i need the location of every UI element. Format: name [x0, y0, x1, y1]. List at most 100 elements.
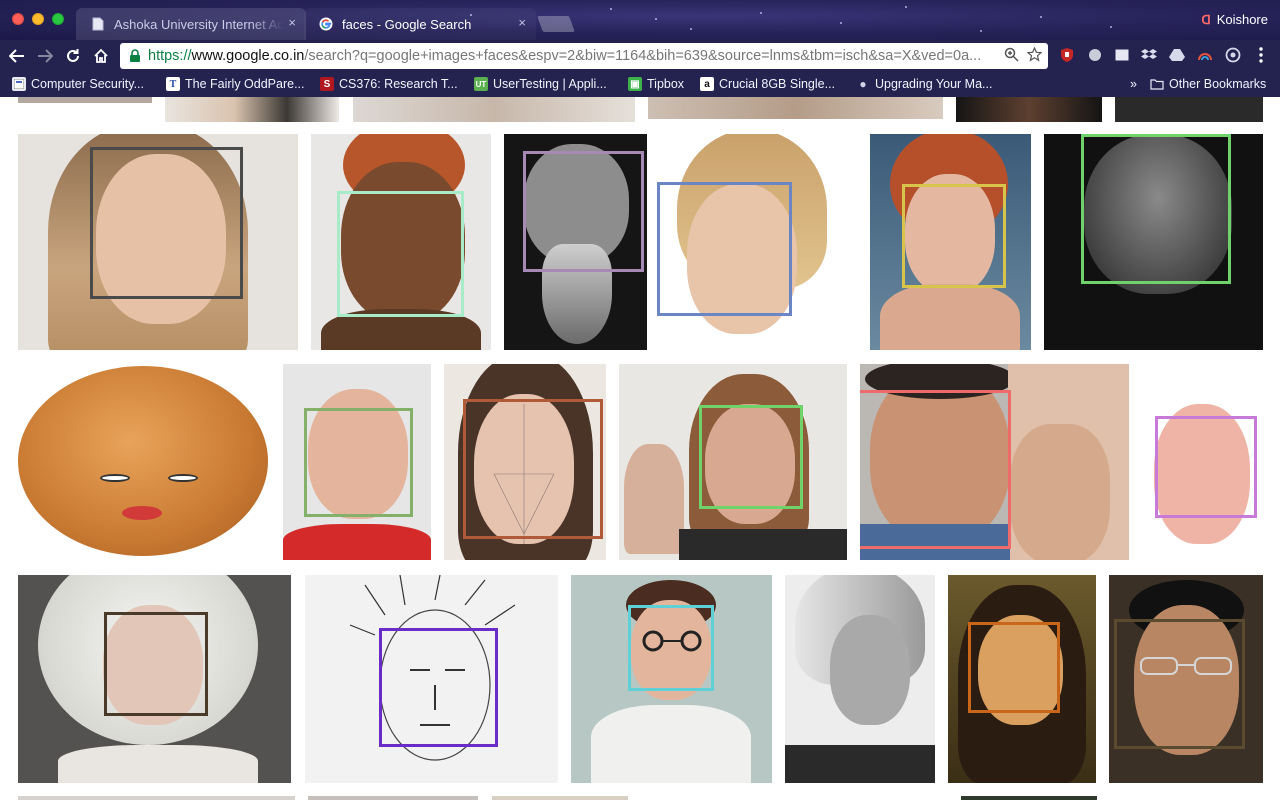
image-result-thumbnail[interactable]	[18, 134, 298, 350]
image-result-thumbnail[interactable]	[956, 97, 1102, 122]
face-detection-box	[968, 622, 1060, 713]
shoulders	[58, 745, 258, 783]
new-tab-button[interactable]	[537, 16, 575, 32]
window-extension-icon[interactable]	[1113, 46, 1131, 64]
address-bar[interactable]: https://www.google.co.in/search?q=google…	[120, 43, 1048, 69]
face-detection-box	[523, 151, 644, 272]
ublock-extension-icon[interactable]	[1058, 46, 1076, 64]
eye	[100, 474, 130, 482]
bookmark-label: Tipbox	[647, 77, 685, 91]
image-result-thumbnail[interactable]	[657, 134, 857, 350]
dropbox-extension-icon[interactable]	[1140, 46, 1158, 64]
image-result-thumbnail[interactable]	[571, 575, 772, 783]
image-result-thumbnail[interactable]	[18, 364, 270, 560]
image-result-thumbnail[interactable]	[353, 97, 635, 122]
zoom-icon[interactable]	[1004, 47, 1019, 65]
bookmark-item[interactable]: Computer Security...	[12, 75, 144, 93]
close-icon[interactable]: ×	[288, 16, 296, 30]
lips	[122, 506, 162, 520]
image-result-thumbnail[interactable]	[308, 796, 478, 800]
image-result-thumbnail[interactable]	[305, 575, 558, 783]
bookmark-item[interactable]: T The Fairly OddPare...	[166, 75, 305, 93]
shirt	[283, 524, 431, 560]
background-star	[840, 22, 842, 24]
profile-icon: ᗡ	[1201, 12, 1211, 27]
omnibox-actions	[1004, 46, 1043, 65]
bookmark-item[interactable]: ● Upgrading Your Ma...	[856, 75, 992, 93]
image-result-thumbnail[interactable]	[504, 134, 647, 350]
tipbox-icon: ▣	[628, 77, 642, 91]
rainbow-extension-icon[interactable]	[1196, 46, 1214, 64]
image-result-thumbnail[interactable]	[961, 796, 1097, 800]
browser-toolbar: https://www.google.co.in/search?q=google…	[0, 40, 1280, 71]
usertesting-icon: UT	[474, 77, 488, 91]
face-detection-box	[337, 191, 464, 317]
image-result-thumbnail[interactable]	[18, 796, 295, 800]
image-result-thumbnail[interactable]	[1115, 97, 1263, 122]
circle-extension-icon[interactable]	[1086, 46, 1104, 64]
image-result-thumbnail[interactable]	[18, 575, 291, 783]
profile-name: Koishore	[1216, 12, 1268, 27]
fullscreen-window-button[interactable]	[52, 13, 64, 25]
bookmark-item[interactable]: ▣ Tipbox	[628, 75, 684, 93]
background-star	[655, 18, 657, 20]
apple-icon: ●	[859, 77, 867, 91]
image-result-thumbnail[interactable]	[1109, 575, 1263, 783]
amazon-icon: a	[700, 77, 714, 91]
bookmark-item[interactable]: S CS376: Research T...	[320, 75, 458, 93]
other-bookmarks-label: Other Bookmarks	[1169, 77, 1267, 91]
menu-kebab-icon[interactable]	[1252, 46, 1270, 64]
bookmarks-bar: Computer Security... T The Fairly OddPar…	[0, 71, 1280, 97]
other-bookmarks-folder[interactable]: Other Bookmarks	[1150, 75, 1266, 93]
image-result-thumbnail[interactable]	[444, 364, 606, 560]
reload-icon[interactable]	[62, 45, 84, 67]
close-window-button[interactable]	[12, 13, 24, 25]
image-result-thumbnail[interactable]	[619, 364, 847, 560]
shoulders	[880, 284, 1020, 350]
image-result-thumbnail[interactable]	[860, 364, 1129, 560]
image-result-thumbnail[interactable]	[311, 134, 491, 350]
background-star	[1040, 16, 1042, 18]
image-result-thumbnail[interactable]	[1044, 134, 1263, 350]
background-star	[1110, 26, 1112, 28]
background-star	[760, 12, 762, 14]
close-icon[interactable]: ×	[518, 16, 526, 30]
face-detection-box	[104, 612, 208, 716]
bookmark-item[interactable]: a Crucial 8GB Single...	[700, 75, 835, 93]
tab-ashoka[interactable]: Ashoka University Internet Acc ×	[76, 8, 306, 40]
chevron-double-right-icon: »	[1130, 77, 1137, 91]
image-result-thumbnail[interactable]	[283, 364, 431, 560]
tab-strip: Ashoka University Internet Acc × faces -…	[0, 0, 1280, 40]
sync-extension-icon[interactable]	[1224, 46, 1242, 64]
bookmark-star-icon[interactable]	[1026, 46, 1043, 65]
image-result-thumbnail[interactable]	[492, 796, 628, 800]
image-result-thumbnail[interactable]	[1142, 364, 1263, 560]
url-host: www.google.co.in	[191, 48, 305, 64]
minimize-window-button[interactable]	[32, 13, 44, 25]
bagel	[18, 366, 268, 556]
image-result-thumbnail[interactable]	[948, 575, 1096, 783]
tab-title: faces - Google Search	[342, 16, 472, 32]
image-result-thumbnail[interactable]	[648, 97, 943, 119]
tab-google-search[interactable]: faces - Google Search ×	[304, 8, 536, 40]
face-detection-box	[628, 605, 714, 691]
bookmark-item[interactable]: UT UserTesting | Appli...	[474, 75, 607, 93]
background-star	[610, 8, 612, 10]
home-icon[interactable]	[90, 45, 112, 67]
image-result-thumbnail[interactable]	[870, 134, 1031, 350]
forward-icon[interactable]	[34, 45, 56, 67]
face-detection-box	[304, 408, 413, 517]
bookmarks-overflow-button[interactable]: »	[1130, 75, 1137, 93]
drive-extension-icon[interactable]	[1168, 46, 1186, 64]
image-result-thumbnail[interactable]	[785, 575, 935, 783]
back-icon[interactable]	[6, 45, 28, 67]
face-detection-box	[90, 147, 243, 299]
folder-icon	[1150, 77, 1164, 91]
face-detection-box	[463, 399, 603, 539]
background-star	[905, 6, 907, 8]
profile-button[interactable]: ᗡ Koishore	[1201, 12, 1268, 27]
bookmark-label: Crucial 8GB Single...	[719, 77, 836, 91]
image-result-thumbnail[interactable]	[165, 97, 339, 122]
url-scheme: https://	[148, 48, 192, 64]
image-result-thumbnail[interactable]	[18, 97, 152, 103]
